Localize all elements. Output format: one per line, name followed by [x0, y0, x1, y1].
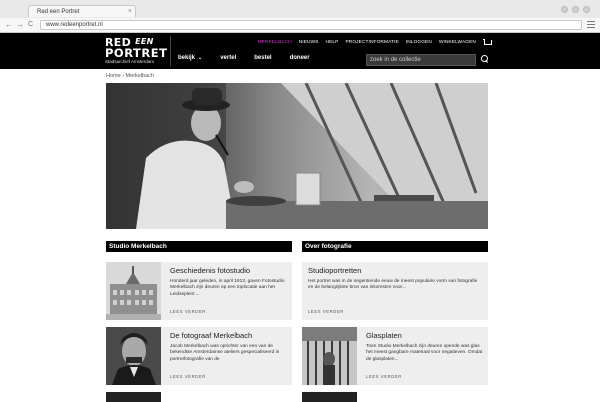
read-more-link[interactable]: LEES VERDER — [308, 309, 344, 314]
window-controls — [561, 6, 590, 13]
minimize-icon[interactable] — [561, 6, 568, 13]
address-bar[interactable]: www.redeenportret.nl — [40, 20, 582, 30]
logo-portret: PORTRET — [105, 46, 168, 60]
reload-icon[interactable]: C — [28, 20, 33, 30]
card-fotograaf[interactable]: De fotograaf Merkelbach Jacob Merkelbach… — [106, 327, 292, 385]
close-window-icon[interactable] — [583, 6, 590, 13]
back-icon[interactable]: ← — [5, 20, 13, 30]
read-more-link[interactable]: LEES VERDER — [366, 374, 402, 379]
card-studioportretten[interactable]: Studioportretten Het portret was in de n… — [302, 262, 488, 320]
card-text: Het portret was in de negentiende eeuw d… — [308, 279, 478, 291]
card-thumbnail — [106, 262, 161, 320]
forward-icon[interactable]: → — [16, 20, 24, 30]
next-card-thumbnail-partial — [302, 392, 357, 402]
card-glasplaten[interactable]: Glasplaten Toen Studio Merkelbach zijn d… — [302, 327, 488, 385]
site-logo[interactable]: RED EEN PORTRET Stadsarchief Amsterdam — [105, 36, 167, 65]
topnav-winkelwagen[interactable]: WINKELWAGEN — [439, 40, 476, 45]
search-icon[interactable] — [481, 55, 489, 63]
tab-title: Red een Portret — [37, 8, 80, 15]
logo-een: EEN — [135, 37, 154, 46]
main-navigation: bekijk ⌄ vertel bestel doneer — [178, 55, 310, 61]
browser-window: Red een Portret × ← → C www.redeenportre… — [0, 0, 600, 402]
section-heading-studio: Studio Merkelbach — [106, 241, 292, 252]
topnav-help[interactable]: HELP — [326, 40, 339, 45]
card-text: Toen Studio Merkelbach zijn deuren opend… — [366, 344, 483, 362]
mainnav-bestel[interactable]: bestel — [254, 55, 271, 61]
topnav-merkelbach[interactable]: MERKELBACH — [258, 40, 292, 45]
maximize-icon[interactable] — [572, 6, 579, 13]
browser-menu-icon[interactable] — [587, 20, 595, 29]
cart-icon[interactable] — [483, 39, 492, 46]
topnav-inloggen[interactable]: INLOGGEN — [406, 40, 432, 45]
read-more-link[interactable]: LEES VERDER — [170, 374, 206, 379]
card-title[interactable]: Studioportretten — [308, 266, 483, 276]
browser-tab[interactable]: Red een Portret × — [28, 5, 136, 17]
topnav-nieuws[interactable]: NIEUWS — [299, 40, 319, 45]
mainnav-bekijk-label: bekijk — [178, 55, 196, 61]
card-title[interactable]: Geschiedenis fotostudio — [170, 266, 287, 276]
card-text: Honderd jaar geleden, in april 1913, gav… — [170, 279, 285, 297]
topnav-projectinformatie[interactable]: PROJECTINFORMATIE — [345, 40, 398, 45]
mainnav-doneer[interactable]: doneer — [290, 55, 310, 61]
card-title[interactable]: Glasplaten — [366, 331, 483, 341]
section-heading-fotografie: Over fotografie — [302, 241, 488, 252]
breadcrumb[interactable]: Home › Merkelbach — [106, 73, 154, 79]
mainnav-vertel[interactable]: vertel — [220, 55, 236, 61]
top-navigation: MERKELBACH NIEUWS HELP PROJECTINFORMATIE… — [258, 39, 492, 46]
tab-close-icon[interactable]: × — [125, 8, 135, 15]
card-thumbnail — [106, 327, 161, 385]
card-title[interactable]: De fotograaf Merkelbach — [170, 331, 287, 341]
browser-chrome: Red een Portret × ← → C www.redeenportre… — [0, 0, 600, 33]
card-geschiedenis[interactable]: Geschiedenis fotostudio Honderd jaar gel… — [106, 262, 292, 320]
header-divider — [170, 36, 171, 66]
chevron-down-icon: ⌄ — [198, 55, 203, 61]
hero-image — [106, 83, 488, 229]
card-thumbnail — [302, 327, 357, 385]
next-card-thumbnail-partial — [106, 392, 161, 402]
search-input[interactable]: zoek in de collectie — [366, 54, 476, 66]
address-bar-row: ← → C www.redeenportret.nl — [0, 18, 600, 32]
card-text: Jacob Merkelbach was oprichter van een v… — [170, 344, 280, 362]
hero-photo-illustration — [106, 83, 488, 229]
read-more-link[interactable]: LEES VERDER — [170, 309, 206, 314]
mainnav-bekijk[interactable]: bekijk ⌄ — [178, 55, 202, 61]
